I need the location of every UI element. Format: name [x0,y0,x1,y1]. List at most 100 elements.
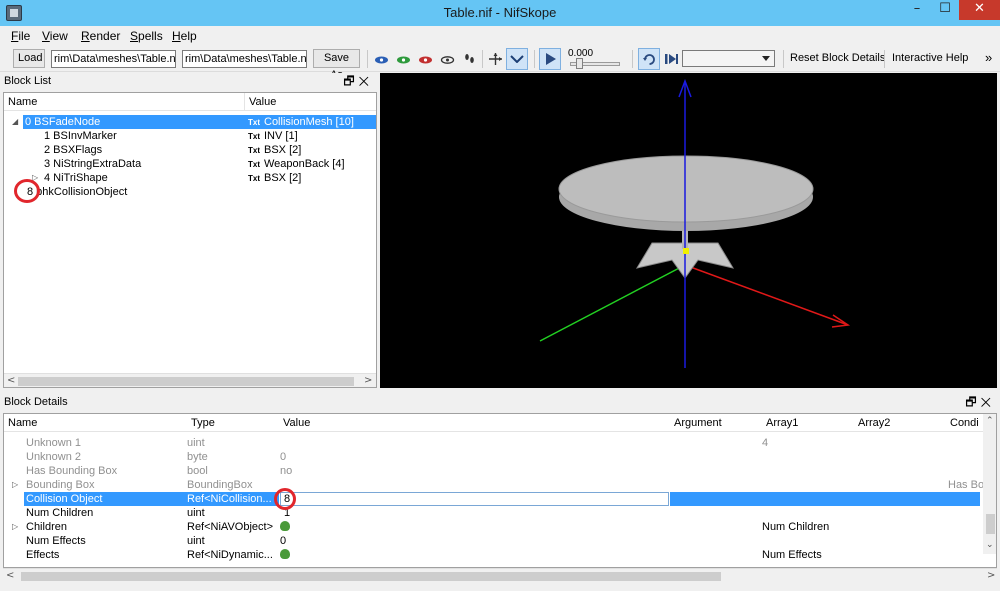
txt-tag: Txt [248,174,260,183]
block-list-hscrollbar[interactable]: < > [4,373,376,387]
scroll-left-icon[interactable]: < [6,570,14,581]
tree-row-bsfadenode[interactable]: ◢ 0 BSFadeNode Txt CollisionMesh [10] [4,115,376,129]
toolbar-overflow-button[interactable]: » [985,50,992,65]
expand-arrow-icon[interactable]: ◢ [12,115,18,129]
x-axis-arrow-icon [831,314,851,328]
collision-object-value-editor[interactable] [280,492,669,506]
toolbar-separator [632,50,633,68]
detail-row-children[interactable]: ▷ Children Ref<NiAVObject> Num Children [4,520,996,534]
scroll-left-icon[interactable]: < [7,375,15,386]
menu-view[interactable]: View [42,29,68,43]
detail-row-effects[interactable]: Effects Ref<NiDynamic... Num Effects [4,548,996,562]
loop-button[interactable] [638,48,660,70]
block-details-vscrollbar[interactable]: ⌃ ⌄ [983,414,996,554]
interactive-help-button[interactable]: Interactive Help [892,52,968,64]
column-header-array1[interactable]: Array1 [762,414,854,432]
title-bar: Table.nif - NifSkope – ☐ ✕ [0,0,1000,26]
detail-row-bounding-box[interactable]: ▷ Bounding Box BoundingBox Has Bo [4,478,996,492]
column-header-condition[interactable]: Condi [946,414,983,432]
menu-file[interactable]: File [11,29,30,43]
detail-row-num-effects[interactable]: Num Effects uint 0 [4,534,996,548]
menu-spells[interactable]: Spells [130,29,163,43]
detail-array1: Num Children [762,521,830,533]
view-dropdown-button[interactable] [506,48,528,70]
animation-combo[interactable] [682,50,775,67]
reset-block-details-button[interactable]: Reset Block Details [790,52,885,64]
scene-3d[interactable] [380,73,997,388]
render-viewport[interactable] [380,73,997,388]
detail-type: Ref<NiAVObject> [187,521,274,533]
save-path-field[interactable]: rim\Data\meshes\Table.nif [182,50,307,68]
detail-value: 0 [280,535,287,547]
footprints-icon[interactable] [462,52,477,66]
toolbar-separator [482,50,483,68]
eye-blue-icon[interactable] [374,52,389,66]
detail-row-unknown-1[interactable]: Unknown 1 uint 4 [4,436,996,450]
detail-row-collision-object[interactable]: Collision Object Ref<NiCollision... 8 [4,492,996,506]
scroll-thumb[interactable] [986,514,995,534]
eye-outline-icon[interactable] [440,52,455,66]
block-list-title-text: Block List [4,75,52,87]
tree-row-value: WeaponBack [4] [264,158,345,170]
block-list-tree[interactable]: Name Value ◢ 0 BSFadeNode Txt CollisionMe… [3,92,377,388]
close-button[interactable]: ✕ [959,0,1000,20]
tree-row-name: 0 BSFadeNode [25,116,101,128]
detail-type: BoundingBox [187,479,253,491]
time-slider-thumb[interactable] [576,58,583,69]
tree-row-bhkcollisionobject[interactable]: 8 bhkCollisionObject [4,185,376,199]
detail-row-num-children[interactable]: Num Children uint 1 [4,506,996,520]
axes-move-icon[interactable] [488,52,503,66]
detail-type: uint [187,437,205,449]
scroll-thumb[interactable] [18,377,354,386]
scroll-thumb[interactable] [21,572,721,581]
detail-type: uint [187,507,205,519]
detail-row-unknown-2[interactable]: Unknown 2 byte 0 [4,450,996,464]
maximize-button[interactable]: ☐ [931,0,959,20]
block-details-hscrollbar-bottom[interactable]: < > [3,568,997,583]
menu-render[interactable]: Render [81,29,120,43]
column-header-value[interactable]: Value [244,93,376,111]
eye-red-icon[interactable] [418,52,433,66]
menu-help[interactable]: Help [172,29,197,43]
detail-type: uint [187,535,205,547]
column-header-name[interactable]: Name [4,93,244,111]
load-path-field[interactable]: rim\Data\meshes\Table.nif [51,50,176,68]
expand-arrow-icon[interactable]: ▷ [12,478,18,492]
column-header-name[interactable]: Name [4,414,187,432]
minimize-button[interactable]: – [903,0,931,20]
tree-row-bsxflags[interactable]: 2 BSXFlags Txt BSX [2] [4,143,376,157]
column-header-type[interactable]: Type [187,414,279,432]
tree-row-nitrishape[interactable]: ▷ 4 NiTriShape Txt BSX [2] [4,171,376,185]
column-header-argument[interactable]: Argument [670,414,762,432]
block-details-dock-buttons[interactable]: 🗗✕ [965,394,995,410]
scroll-right-icon[interactable]: > [364,375,372,386]
scroll-up-icon[interactable]: ⌃ [986,416,994,426]
eye-green-icon[interactable] [396,52,411,66]
detail-row-has-bounding-box[interactable]: Has Bounding Box bool no [4,464,996,478]
block-details-title: Block Details 🗗✕ [0,394,1000,411]
toolbar-separator [367,50,368,68]
detail-type: bool [187,465,208,477]
detail-type: byte [187,451,208,463]
tree-row-bsinvmarker[interactable]: 1 BSInvMarker Txt INV [1] [4,129,376,143]
step-icon[interactable] [664,52,679,66]
link-leaf-icon[interactable] [280,548,290,562]
tree-row-nistringextradata[interactable]: 3 NiStringExtraData Txt WeaponBack [4] [4,157,376,171]
expand-arrow-icon[interactable]: ▷ [12,520,18,534]
load-button[interactable]: Load [13,49,45,68]
column-header-value[interactable]: Value [279,414,670,432]
scroll-right-icon[interactable]: > [987,570,995,581]
combo-arrow-icon [762,56,770,61]
toolbar-separator [783,50,784,68]
save-as-button[interactable]: Save As [313,49,360,81]
column-header-array2[interactable]: Array2 [854,414,946,432]
tree-row-value: BSX [2] [264,144,302,156]
detail-type: Ref<NiDynamic... [187,549,273,561]
toolbar-separator [884,50,885,68]
play-button[interactable] [539,48,561,70]
table-top [558,155,814,223]
block-list-dock-buttons[interactable]: 🗗✕ [343,73,373,89]
block-details-table[interactable]: Name Type Value Argument Array1 Array2 C… [3,413,997,568]
link-leaf-icon[interactable] [280,520,290,534]
scroll-down-icon[interactable]: ⌄ [986,540,994,550]
